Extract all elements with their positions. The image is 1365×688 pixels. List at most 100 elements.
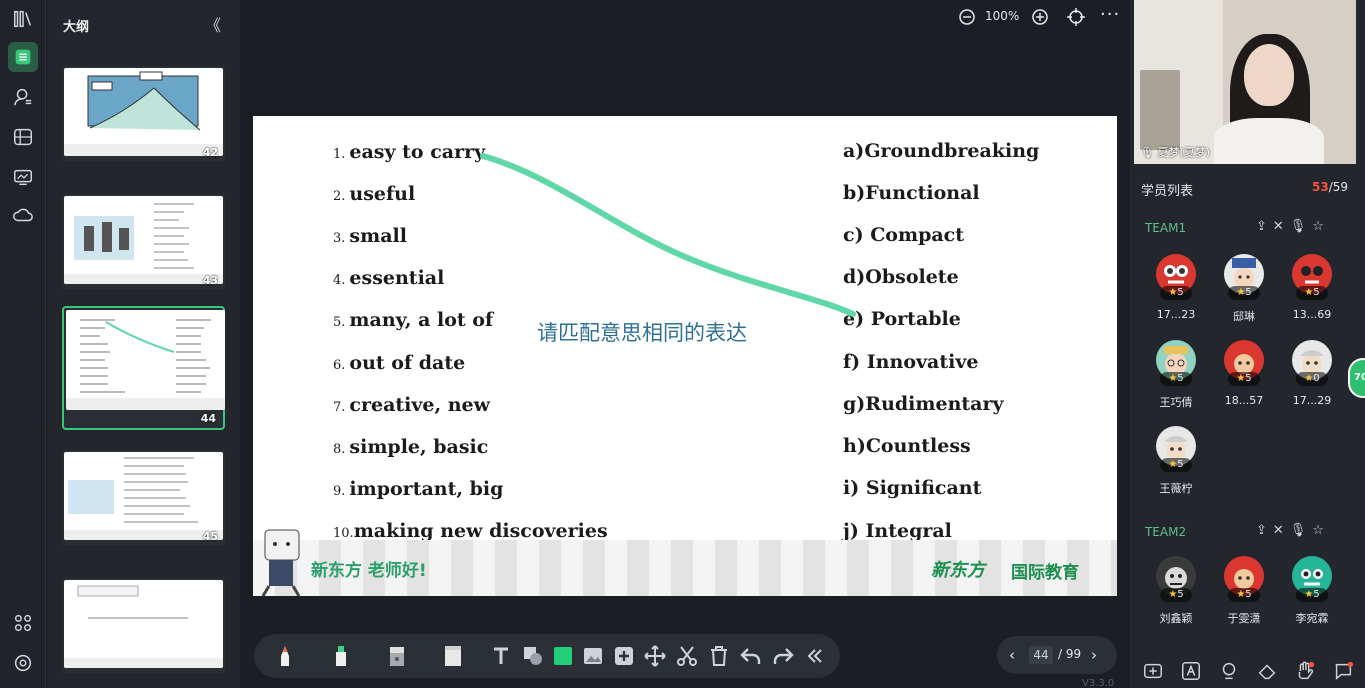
star-badge: ★5 bbox=[1160, 458, 1192, 472]
student-name: 17...29 bbox=[1292, 394, 1332, 407]
star-badge: ★5 bbox=[1228, 588, 1260, 602]
add-icon[interactable] bbox=[609, 642, 639, 670]
brand-subtitle: 国际教育 bbox=[1011, 563, 1079, 583]
next-page-button[interactable]: › bbox=[1091, 646, 1097, 664]
brand-logo: 新东方 bbox=[931, 560, 985, 581]
zoom-out-icon[interactable] bbox=[957, 7, 977, 27]
teacher-name-caption: 🎙 夏梦(夏梦) bbox=[1140, 146, 1211, 159]
star-badge: ★5 bbox=[1160, 588, 1192, 602]
prev-page-button[interactable]: ‹ bbox=[1009, 646, 1015, 664]
raise-hand-icon[interactable] bbox=[1294, 660, 1318, 684]
page-navigator: ‹ 44 / 99 › bbox=[997, 636, 1117, 674]
student-name: 于雯潇 bbox=[1227, 612, 1261, 625]
slide-thumb-42[interactable]: 42 bbox=[62, 66, 225, 162]
slide-thumb-number: 43 bbox=[202, 274, 218, 287]
team-actions[interactable]: ⇪✕🎙☆ bbox=[1256, 219, 1330, 234]
slide-thumb-image bbox=[64, 580, 223, 668]
floating-timer-badge[interactable]: 70 bbox=[1348, 358, 1365, 398]
star-badge: ★5 bbox=[1228, 372, 1260, 386]
student-card[interactable]: ★5 王薇柠 bbox=[1146, 426, 1206, 506]
star-badge: ★5 bbox=[1296, 588, 1328, 602]
chat-icon[interactable] bbox=[1332, 660, 1356, 684]
outline-icon[interactable] bbox=[8, 42, 38, 72]
student-card[interactable]: ★5 18...57 bbox=[1214, 340, 1274, 420]
star-badge: ★5 bbox=[1296, 286, 1328, 300]
zoom-level: 100% bbox=[985, 9, 1020, 23]
eraser-board-icon[interactable] bbox=[438, 642, 468, 670]
roster-count: 53/59 bbox=[1312, 180, 1349, 194]
slide-thumb-number: 42 bbox=[202, 146, 218, 159]
zoom-in-icon[interactable] bbox=[1030, 7, 1050, 27]
grid-calendar-icon[interactable] bbox=[8, 122, 38, 152]
student-card[interactable]: ★5 于雯潇 bbox=[1214, 556, 1274, 636]
shape-icon[interactable] bbox=[518, 642, 548, 670]
monitor-icon[interactable] bbox=[8, 162, 38, 192]
student-card[interactable]: ★5 王巧倩 bbox=[1146, 340, 1206, 420]
student-name: 17...23 bbox=[1156, 308, 1196, 321]
more-options-icon[interactable]: ··· bbox=[1100, 4, 1120, 25]
delete-icon[interactable] bbox=[704, 642, 734, 670]
team-name: TEAM1 bbox=[1145, 221, 1187, 235]
star-badge: ★5 bbox=[1160, 372, 1192, 386]
outline-panel: 大纲 《 42 43 44 45 bbox=[47, 0, 286, 688]
slide-thumb-image bbox=[64, 196, 223, 284]
image-icon[interactable] bbox=[578, 642, 608, 670]
slide-thumb-45[interactable]: 45 bbox=[62, 450, 225, 546]
redo-icon[interactable] bbox=[768, 642, 798, 670]
star-badge: ★5 bbox=[1228, 286, 1260, 300]
collapse-outline-button[interactable]: 《 bbox=[202, 12, 224, 35]
student-card[interactable]: ★5 17...23 bbox=[1146, 254, 1206, 334]
highlighter-green-icon[interactable] bbox=[326, 642, 356, 670]
slide-thumb-43[interactable]: 43 bbox=[62, 194, 225, 290]
outline-title: 大纲 bbox=[63, 20, 90, 35]
left-rail bbox=[0, 0, 46, 688]
star-badge: ★0 bbox=[1296, 372, 1328, 386]
slide-thumb-image bbox=[64, 68, 223, 156]
eraser-grey-icon[interactable] bbox=[382, 642, 412, 670]
apps-icon[interactable] bbox=[8, 608, 38, 638]
ai-assistant-icon[interactable] bbox=[1218, 660, 1242, 684]
current-page-input[interactable]: 44 bbox=[1029, 646, 1053, 664]
scissors-icon[interactable] bbox=[672, 642, 702, 670]
main-canvas: 100% ··· 1. easy to carry 2. useful 3. smal… bbox=[244, 0, 1126, 688]
star-badge: ★5 bbox=[1160, 286, 1192, 300]
drawing-toolbar bbox=[254, 634, 840, 678]
banner-greeting: 新东方 老师好! bbox=[311, 561, 427, 581]
slide-thumb-image bbox=[64, 452, 223, 540]
team-name: TEAM2 bbox=[1145, 525, 1187, 539]
user-list-icon[interactable] bbox=[8, 82, 38, 112]
mic-icon: 🎙 bbox=[1140, 146, 1154, 159]
student-name: 王薇柠 bbox=[1159, 482, 1193, 495]
annotation-line bbox=[480, 153, 856, 317]
student-name: 13...69 bbox=[1292, 308, 1332, 321]
app-window: 大纲 《 42 43 44 45 100% ··· 1. easy to car… bbox=[0, 0, 1365, 688]
fit-screen-icon[interactable] bbox=[1066, 7, 1086, 27]
slide-thumb-image bbox=[66, 310, 225, 410]
student-card[interactable]: ★5 刘鑫颖 bbox=[1146, 556, 1206, 636]
books-icon[interactable] bbox=[8, 4, 38, 34]
student-card[interactable]: ★5 13...69 bbox=[1282, 254, 1342, 334]
slide-thumb-44[interactable]: 44 bbox=[62, 306, 225, 430]
roster-title: 学员列表 bbox=[1141, 184, 1194, 199]
collapse-left-icon[interactable] bbox=[800, 642, 830, 670]
text-icon[interactable] bbox=[486, 642, 516, 670]
share-screen-icon[interactable] bbox=[1142, 660, 1166, 684]
slide-canvas[interactable]: 1. easy to carry 2. useful 3. small 4. essen… bbox=[253, 116, 1117, 596]
text-recognition-icon[interactable] bbox=[1180, 660, 1204, 684]
clear-icon[interactable] bbox=[1256, 660, 1280, 684]
student-card[interactable]: ★5 邸琳 bbox=[1214, 254, 1274, 334]
student-card[interactable]: ★0 17...29 bbox=[1282, 340, 1342, 420]
move-icon[interactable] bbox=[640, 642, 670, 670]
student-name: 刘鑫颖 bbox=[1159, 612, 1193, 625]
marker-orange-icon[interactable] bbox=[270, 642, 300, 670]
slide-thumb-46[interactable] bbox=[62, 578, 225, 674]
student-name: 邸琳 bbox=[1233, 310, 1255, 323]
teacher-video[interactable]: 🎙 夏梦(夏梦) bbox=[1134, 0, 1356, 164]
settings-icon[interactable] bbox=[8, 648, 38, 678]
cloud-icon[interactable] bbox=[8, 200, 38, 230]
team-actions[interactable]: ⇪✕🎙☆ bbox=[1256, 523, 1330, 538]
color-square-icon[interactable] bbox=[548, 642, 578, 670]
undo-icon[interactable] bbox=[736, 642, 766, 670]
student-card[interactable]: ★5 李宛霖 bbox=[1282, 556, 1342, 636]
total-pages: / 99 bbox=[1058, 647, 1082, 661]
